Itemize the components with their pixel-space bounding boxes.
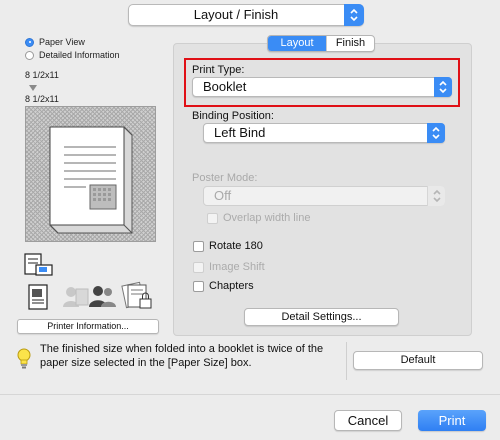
chevron-updown-icon [350,8,358,22]
users-icon[interactable] [62,283,90,309]
chapters-box[interactable] [193,280,204,292]
radio-detailed-information-button[interactable] [25,50,34,60]
original-size-text: 8 1/2x11 [25,70,59,80]
radio-detailed-information-label: Detailed Information [39,50,120,60]
radio-paper-view[interactable]: Paper View [25,37,85,47]
detail-settings-button[interactable]: Detail Settings... [244,308,399,326]
panel-selector-label: Layout / Finish [193,7,279,22]
chevron-updown-icon [432,126,440,140]
image-shift-label: Image Shift [209,261,265,273]
panel-selector-stepper[interactable] [344,4,364,26]
overlap-width-line-label: Overlap width line [223,212,311,224]
hint-divider [346,342,347,380]
poster-mode-label: Poster Mode: [192,172,258,184]
lightbulb-icon [17,348,31,369]
hint-text: The finished size when folded into a boo… [40,343,324,369]
binding-position-label: Binding Position: [192,110,274,122]
default-button[interactable]: Default [353,351,483,370]
rotate-180-checkbox[interactable]: Rotate 180 [193,240,263,252]
chevron-updown-icon [439,80,447,94]
overlap-width-line-box[interactable] [207,212,218,224]
overlap-width-line-checkbox[interactable]: Overlap width line [207,212,310,224]
rotate-180-label: Rotate 180 [209,240,263,252]
printer-settings-icon[interactable] [24,253,54,277]
print-button[interactable]: Print [418,410,486,431]
cancel-button[interactable]: Cancel [334,410,402,431]
booklet-preview-icon [49,126,133,234]
output-size-text: 8 1/2x11 [25,94,59,104]
poster-mode-stepper [427,186,445,206]
tab-bar: Layout Finish [267,35,375,52]
binding-position-select[interactable]: Left Bind [203,123,445,143]
radio-paper-view-label: Paper View [39,37,85,47]
rotate-180-box[interactable] [193,240,204,252]
chapters-checkbox[interactable]: Chapters [193,280,254,292]
size-arrow-icon [29,85,37,91]
print-type-value: Booklet [203,79,247,94]
print-type-select[interactable]: Booklet [192,77,452,97]
binding-position-value: Left Bind [214,125,266,140]
chevron-updown-icon [433,189,441,203]
radio-paper-view-button[interactable] [25,37,34,47]
lock-document-icon[interactable] [120,281,154,311]
image-shift-checkbox[interactable]: Image Shift [193,261,265,273]
image-shift-box[interactable] [193,261,204,273]
footer-divider [0,394,500,395]
chapters-label: Chapters [209,280,254,292]
users-group-icon[interactable] [88,283,118,309]
poster-mode-select[interactable]: Off [203,186,445,206]
page-preview [25,106,156,242]
tab-finish[interactable]: Finish [326,36,374,51]
panel-selector[interactable]: Layout / Finish [128,4,364,26]
printer-information-button[interactable]: Printer Information... [17,319,159,334]
radio-detailed-information[interactable]: Detailed Information [25,50,120,60]
document-icon[interactable] [28,284,48,310]
print-type-label: Print Type: [192,64,245,76]
print-type-stepper[interactable] [434,77,452,97]
poster-mode-value: Off [214,188,232,203]
tab-layout[interactable]: Layout [268,36,326,51]
binding-position-stepper[interactable] [427,123,445,143]
